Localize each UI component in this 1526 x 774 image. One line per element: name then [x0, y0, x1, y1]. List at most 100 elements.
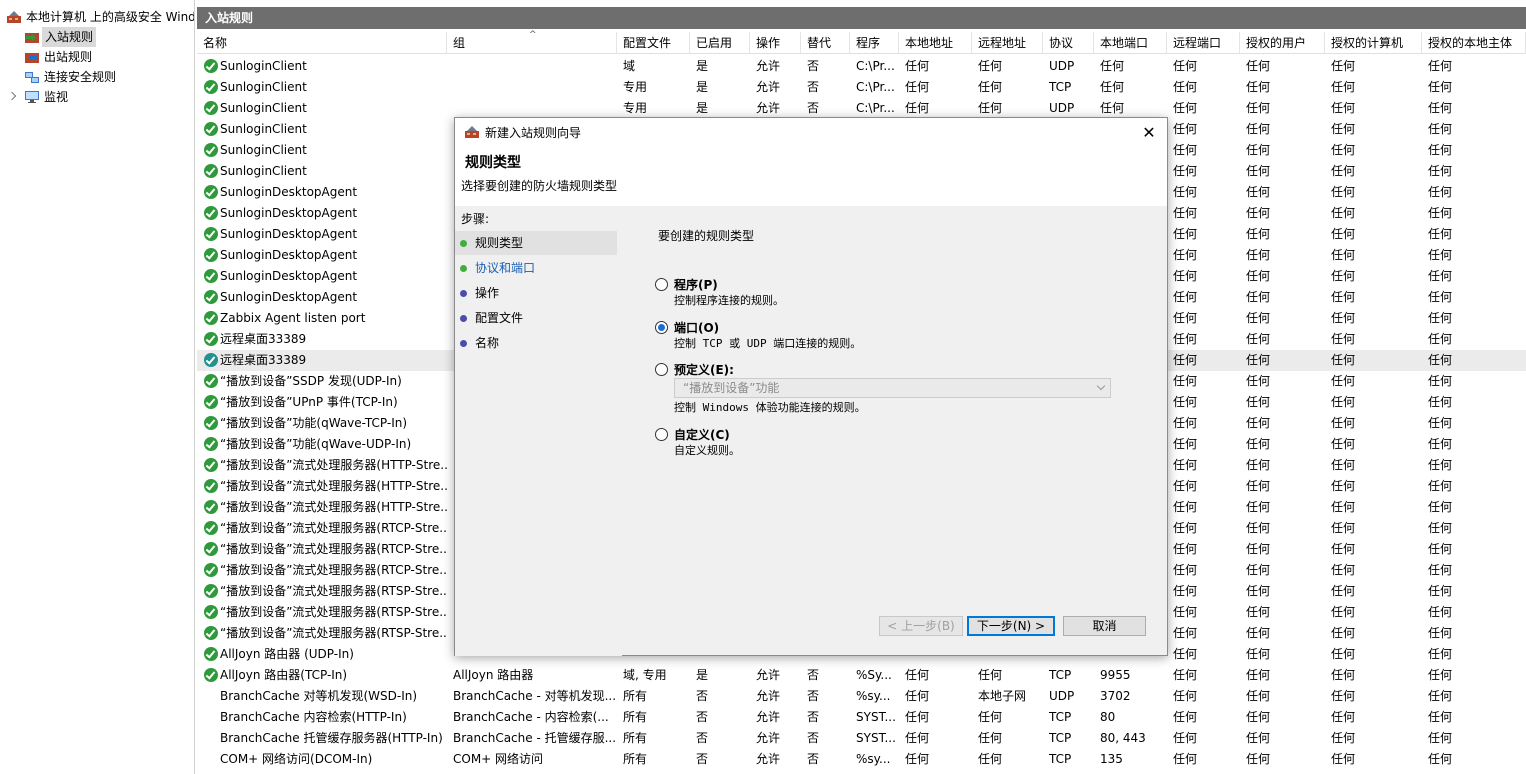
table-row[interactable]: SunloginClient 专用 是 允许 否 C:\Pr... 任何 任何 TCP 任何 任何 任… [197, 77, 1526, 98]
column-header[interactable]: 授权的本地主体 [1422, 32, 1526, 54]
table-row[interactable]: AllJoyn 路由器(TCP-In) AllJoyn 路由器 域, 专用 是 允许 否%… [197, 665, 1526, 686]
table-cell: 任何 [1100, 101, 1125, 115]
table-cell: UDP [1049, 689, 1075, 703]
table-row[interactable]: BranchCache 内容检索(HTTP-In) BranchCache - 内… [197, 707, 1526, 728]
table-cell: 任何 [1331, 605, 1356, 619]
column-header[interactable]: 本地端口 [1094, 32, 1167, 54]
column-header[interactable]: 本地地址 [899, 32, 972, 54]
table-row[interactable]: BranchCache 对等机发现(WSD-In) BranchCache - 对… [197, 686, 1526, 707]
table-cell: 否 [807, 731, 820, 745]
back-button[interactable]: < 上一步(B) [879, 616, 963, 636]
table-cell: 任何 [1331, 311, 1356, 325]
table-cell: 任何 [905, 59, 930, 73]
column-header[interactable]: 远程端口 [1167, 32, 1240, 54]
radio-port[interactable] [655, 321, 668, 334]
table-cell: 任何 [1246, 290, 1271, 304]
table-cell: 任何 [1331, 59, 1356, 73]
sort-ascending-icon: ^ [529, 30, 537, 40]
column-header[interactable]: 远程地址 [972, 32, 1043, 54]
table-cell: 任何 [1331, 626, 1356, 640]
table-cell: 任何 [1100, 80, 1125, 94]
chevron-down-icon [1096, 381, 1106, 391]
table-cell: 任何 [1331, 122, 1356, 136]
table-cell: 任何 [905, 101, 930, 115]
table-cell: 任何 [1428, 731, 1453, 745]
step-label: 协议和端口 [475, 261, 536, 275]
table-cell: 任何 [1428, 521, 1453, 535]
table-cell: 任何 [1428, 143, 1453, 157]
table-cell: 任何 [1331, 164, 1356, 178]
step-label: 名称 [475, 336, 500, 350]
table-cell: 任何 [1331, 227, 1356, 241]
dialog-title-bar: 新建入站规则向导 ✕ [455, 118, 1167, 148]
step-rule-type[interactable]: 规则类型 [455, 231, 617, 255]
table-cell: “播放到设备”流式处理服务器(HTTP-Stre... [220, 500, 447, 514]
column-header[interactable]: 替代 [801, 32, 850, 54]
table-cell: 任何 [1246, 542, 1271, 556]
table-cell: 域, 专用 [623, 668, 667, 682]
radio-predefined[interactable] [655, 363, 668, 376]
table-cell: SunloginClient [220, 59, 307, 73]
table-cell: UDP [1049, 101, 1075, 115]
table-cell: 所有 [623, 689, 648, 703]
radio-custom[interactable] [655, 428, 668, 441]
table-cell: 任何 [1331, 101, 1356, 115]
table-cell: 任何 [1428, 479, 1453, 493]
table-row[interactable]: BranchCache 托管缓存服务器(HTTP-In) BranchCache … [197, 728, 1526, 749]
table-cell: 任何 [1428, 332, 1453, 346]
next-button[interactable]: 下一步(N) > [967, 616, 1055, 636]
predefined-dropdown[interactable]: “播放到设备”功能 [674, 378, 1111, 398]
table-cell: 任何 [1331, 332, 1356, 346]
table-cell: 否 [696, 752, 709, 766]
column-header[interactable]: 名称 [197, 32, 447, 54]
table-row[interactable]: COM+ 网络访问(DCOM-In) COM+ 网络访问 所有 否 允许 否 %sy... 任… [197, 749, 1526, 770]
table-cell: 任何 [1246, 227, 1271, 241]
table-cell: “播放到设备”流式处理服务器(RTSP-Stre... [220, 584, 447, 598]
table-cell: 任何 [1331, 206, 1356, 220]
table-cell: “播放到设备”功能(qWave-UDP-In) [220, 437, 412, 451]
table-cell: 任何 [1428, 542, 1453, 556]
tree-item-label: 出站规则 [44, 50, 93, 64]
table-cell: 否 [807, 59, 820, 73]
table-cell: 任何 [1246, 185, 1271, 199]
table-cell: 任何 [978, 80, 1003, 94]
dialog-heading: 规则类型 [465, 155, 521, 171]
close-icon[interactable]: ✕ [1141, 118, 1157, 148]
table-cell: 任何 [905, 710, 930, 724]
column-header[interactable]: 操作 [750, 32, 801, 54]
option-label: 端口(O) [674, 321, 720, 335]
table-cell: 任何 [1331, 563, 1356, 577]
tree-root[interactable]: 本地计算机 上的高级安全 Windows Defender 防火墙 [6, 7, 194, 27]
table-cell: 所有 [623, 710, 648, 724]
table-cell: 任何 [1246, 563, 1271, 577]
table-cell: SunloginClient [220, 101, 307, 115]
column-header[interactable]: 授权的计算机 [1325, 32, 1422, 54]
table-cell: TCP [1049, 731, 1072, 745]
table-cell: 任何 [1428, 437, 1453, 451]
table-cell: %Sy... [856, 668, 892, 682]
table-cell: C:\Pr... [856, 59, 895, 73]
column-header[interactable]: 授权的用户 [1240, 32, 1325, 54]
radio-program[interactable] [655, 278, 668, 291]
table-row[interactable]: SunloginClient 专用 是 允许 否 C:\Pr... 任何 任何 UDP 任何 任何 任… [197, 98, 1526, 119]
table-cell: 任何 [1246, 647, 1271, 661]
table-cell: 任何 [905, 80, 930, 94]
table-cell: 任何 [1173, 521, 1198, 535]
table-cell: 任何 [1246, 269, 1271, 283]
column-header[interactable]: 已启用 [690, 32, 750, 54]
column-header[interactable]: 协议 [1043, 32, 1094, 54]
table-cell: 任何 [978, 668, 1003, 682]
column-header[interactable]: 配置文件 [617, 32, 690, 54]
step-protocol-ports[interactable]: 协议和端口 [455, 256, 617, 280]
inbound-rules-icon [25, 33, 39, 43]
step-complete-dot-icon [460, 265, 467, 272]
column-header[interactable]: 程序 [850, 32, 899, 54]
cancel-button[interactable]: 取消 [1063, 616, 1146, 636]
table-cell: 所有 [623, 752, 648, 766]
table-cell: 任何 [978, 101, 1003, 115]
table-cell: 任何 [1173, 605, 1198, 619]
table-cell: 任何 [905, 752, 930, 766]
table-row[interactable]: SunloginClient 域 是 允许 否 C:\Pr... 任何 任何 UDP 任何 任何 任何… [197, 56, 1526, 77]
expand-arrow-icon[interactable] [7, 91, 17, 101]
table-cell: 任何 [1428, 311, 1453, 325]
